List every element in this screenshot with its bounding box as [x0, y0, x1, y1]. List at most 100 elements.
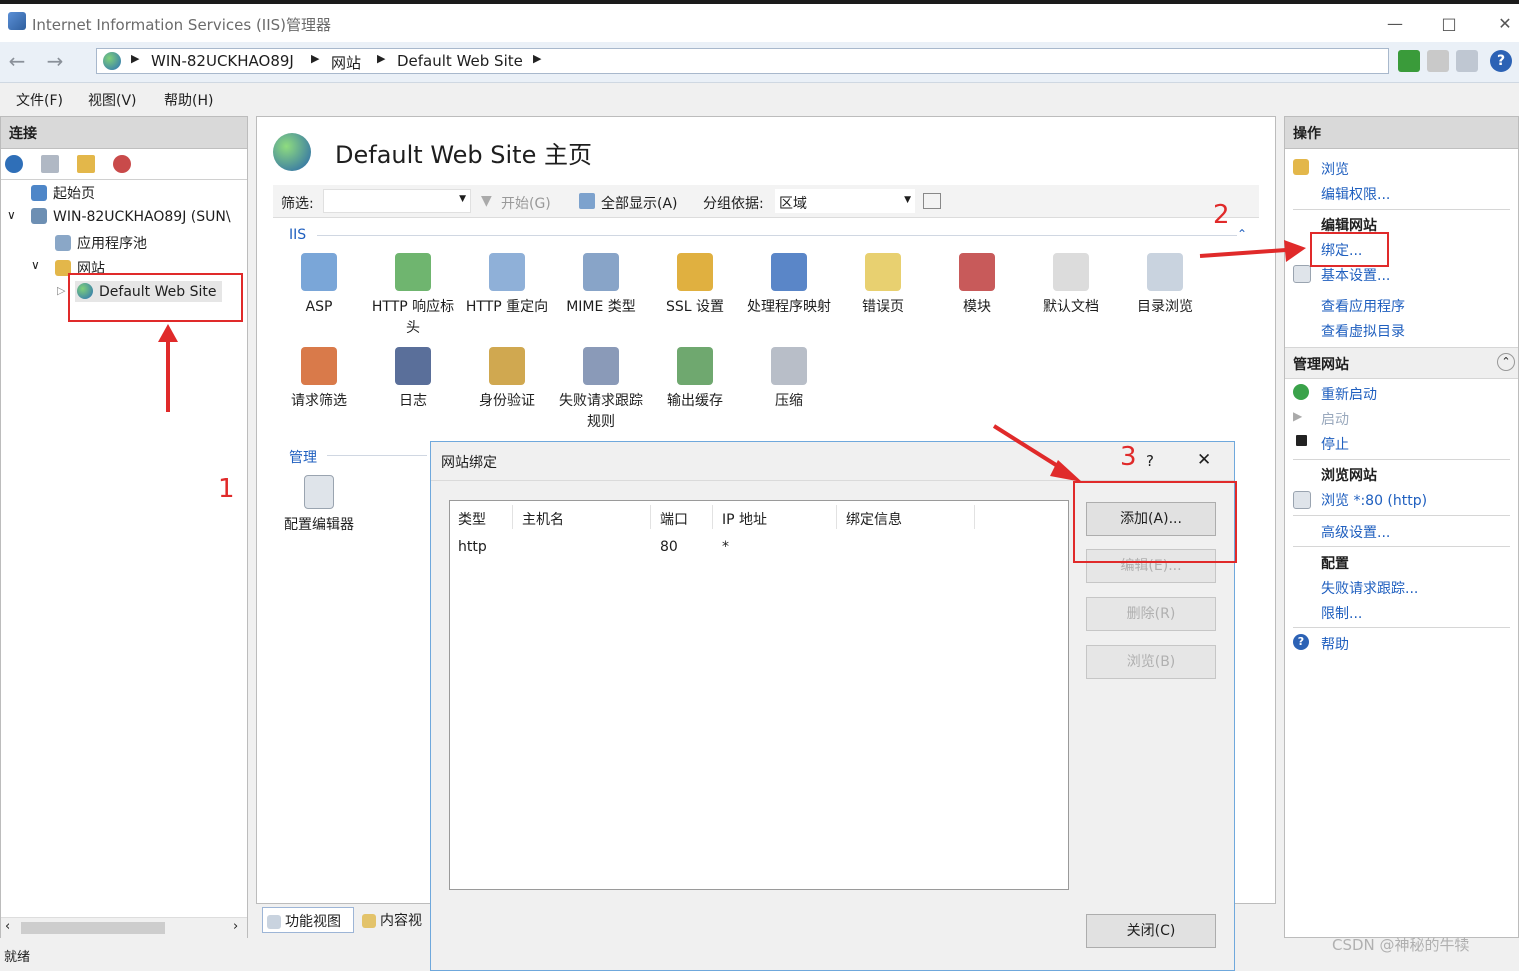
- close-window-button[interactable]: ✕: [1490, 12, 1519, 36]
- horizontal-scrollbar[interactable]: ‹ ›: [1, 917, 247, 938]
- save-icon[interactable]: [41, 155, 59, 173]
- address-bar[interactable]: ▶ WIN-82UCKHAO89J ▶ 网站 ▶ Default Web Sit…: [96, 48, 1389, 74]
- feature-http-redirect[interactable]: HTTP 重定向: [461, 253, 553, 318]
- annotation-arrow-3: [992, 424, 1082, 482]
- action-view-applications[interactable]: 查看应用程序: [1321, 296, 1405, 316]
- action-view-virtual-dirs[interactable]: 查看虚拟目录: [1321, 321, 1405, 341]
- breadcrumb-arrow-icon: ▶: [311, 52, 320, 65]
- forward-arrow-icon[interactable]: →: [42, 50, 68, 74]
- cell-port: 80: [660, 539, 678, 555]
- bindings-table[interactable]: 类型 主机名 端口 IP 地址 绑定信息 http 80 *: [449, 500, 1069, 890]
- action-browse-80[interactable]: 浏览 *:80 (http): [1321, 490, 1427, 510]
- feature-output-caching[interactable]: 输出缓存: [649, 347, 741, 412]
- stop-square-icon: [1296, 435, 1307, 446]
- section-divider: [327, 455, 427, 456]
- breadcrumb-sites[interactable]: 网站: [331, 52, 361, 73]
- show-all-button[interactable]: 全部显示(A): [601, 193, 678, 213]
- action-limits[interactable]: 限制...: [1321, 603, 1362, 623]
- feature-compression[interactable]: 压缩: [743, 347, 835, 412]
- tree-app-pools[interactable]: 应用程序池: [55, 233, 147, 253]
- tab-content-view[interactable]: 内容视: [360, 907, 430, 933]
- action-restart[interactable]: 重新启动: [1321, 384, 1377, 404]
- funnel-icon: ▼: [481, 193, 492, 209]
- tree-start-page[interactable]: 起始页: [31, 183, 95, 203]
- scroll-left-icon[interactable]: ‹: [5, 919, 10, 934]
- show-all-icon: [579, 193, 595, 209]
- column-header-port[interactable]: 端口: [660, 509, 688, 529]
- back-arrow-icon[interactable]: ←: [4, 50, 30, 74]
- group-by-select[interactable]: 区域 ▼: [775, 189, 915, 213]
- action-failed-tracing[interactable]: 失败请求跟踪...: [1321, 578, 1418, 598]
- refresh-icon[interactable]: [1398, 50, 1420, 72]
- tab-features-view[interactable]: 功能视图: [262, 907, 354, 933]
- feature-error-pages[interactable]: 错误页: [837, 253, 929, 318]
- handler-mappings-icon: [771, 253, 807, 291]
- error-pages-icon: [865, 253, 901, 291]
- failed-request-tracing-icon: [583, 347, 619, 385]
- breadcrumb-default-site[interactable]: Default Web Site: [397, 52, 523, 70]
- action-start[interactable]: 启动: [1321, 409, 1349, 429]
- column-separator: [836, 505, 837, 529]
- authentication-icon: [489, 347, 525, 385]
- feature-authentication[interactable]: 身份验证: [461, 347, 553, 412]
- close-dialog-button[interactable]: 关闭(C): [1086, 914, 1216, 948]
- feature-mime-types[interactable]: MIME 类型: [555, 253, 647, 318]
- menu-file[interactable]: 文件(F): [16, 90, 63, 110]
- tree-server[interactable]: WIN-82UCKHAO89J (SUN\: [31, 208, 231, 225]
- maximize-button[interactable]: □: [1434, 12, 1464, 36]
- stop-icon[interactable]: [1427, 50, 1449, 72]
- minimize-button[interactable]: —: [1380, 12, 1410, 36]
- tree-expand-server[interactable]: ∨: [7, 208, 16, 222]
- feature-ssl-settings[interactable]: SSL 设置: [649, 253, 741, 318]
- browse-binding-button[interactable]: 浏览(B): [1086, 645, 1216, 679]
- menu-view[interactable]: 视图(V): [88, 90, 137, 110]
- feature-handler-mappings[interactable]: 处理程序映射: [743, 253, 835, 318]
- group-by-dropdown-icon[interactable]: ▼: [904, 195, 911, 205]
- action-edit-permissions[interactable]: 编辑权限...: [1321, 184, 1390, 204]
- remove-binding-button[interactable]: 删除(R): [1086, 597, 1216, 631]
- action-stop[interactable]: 停止: [1321, 434, 1349, 454]
- scroll-thumb[interactable]: [21, 922, 165, 934]
- action-advanced-settings[interactable]: 高级设置...: [1321, 522, 1390, 542]
- column-header-info[interactable]: 绑定信息: [846, 509, 902, 529]
- scroll-right-icon[interactable]: ›: [233, 919, 238, 934]
- feature-default-document[interactable]: 默认文档: [1025, 253, 1117, 318]
- disconnect-icon[interactable]: [113, 155, 131, 173]
- column-header-type[interactable]: 类型: [458, 509, 486, 529]
- breadcrumb-server[interactable]: WIN-82UCKHAO89J: [151, 52, 294, 70]
- section-manage-label: 管理: [289, 450, 317, 466]
- breadcrumb-arrow-icon: ▶: [533, 52, 542, 65]
- filter-dropdown-icon[interactable]: ▼: [459, 194, 466, 204]
- feature-request-filtering[interactable]: 请求筛选: [273, 347, 365, 412]
- view-mode-icon[interactable]: [923, 193, 941, 209]
- action-help[interactable]: 帮助: [1321, 634, 1349, 654]
- menu-help[interactable]: 帮助(H): [164, 90, 213, 110]
- tree-expand-sites[interactable]: ∨: [31, 258, 40, 272]
- go-button[interactable]: 开始(G): [501, 193, 551, 213]
- column-header-host[interactable]: 主机名: [522, 509, 564, 529]
- collapse-manage-icon[interactable]: ⌃: [1497, 353, 1515, 371]
- connect-icon[interactable]: [5, 155, 23, 173]
- start-icon: ▶: [1293, 409, 1303, 423]
- feature-logging[interactable]: 日志: [367, 347, 459, 412]
- folder-icon[interactable]: [77, 155, 95, 173]
- column-separator: [512, 505, 513, 529]
- filter-input[interactable]: ▼: [323, 189, 471, 213]
- annotation-number-2: 2: [1213, 200, 1230, 230]
- action-browse[interactable]: 浏览: [1321, 159, 1349, 179]
- feature-asp[interactable]: ASP: [273, 253, 365, 318]
- tree-expand-default-site[interactable]: ▷: [57, 284, 65, 297]
- home-icon[interactable]: [1456, 50, 1478, 72]
- feature-http-response-headers[interactable]: HTTP 响应标头: [367, 253, 459, 339]
- help-icon[interactable]: ?: [1490, 50, 1512, 72]
- feature-failed-request-tracing[interactable]: 失败请求跟踪规则: [555, 347, 647, 433]
- app-pool-icon: [55, 235, 71, 251]
- dialog-close-icon[interactable]: ✕: [1197, 450, 1211, 470]
- feature-modules[interactable]: 模块: [931, 253, 1023, 318]
- cell-ip: *: [722, 539, 729, 555]
- dialog-help-button[interactable]: ?: [1146, 452, 1154, 470]
- manage-site-header: 管理网站 ⌃: [1285, 347, 1518, 379]
- feature-config-editor[interactable]: 配置编辑器: [273, 475, 365, 536]
- column-header-ip[interactable]: IP 地址: [722, 509, 767, 529]
- action-basic-settings[interactable]: 基本设置...: [1321, 265, 1390, 285]
